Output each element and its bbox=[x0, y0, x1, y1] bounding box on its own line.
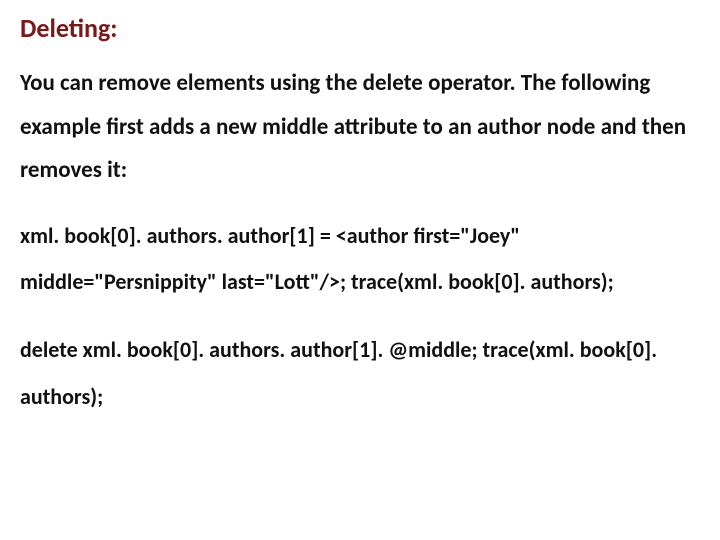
code-example-2: delete xml. book[0]. authors. author[1].… bbox=[20, 327, 700, 419]
section-heading: Deleting: bbox=[20, 12, 700, 44]
intro-paragraph: You can remove elements using the delete… bbox=[20, 62, 700, 193]
code-example-1: xml. book[0]. authors. author[1] = <auth… bbox=[20, 213, 700, 305]
document-page: Deleting: You can remove elements using … bbox=[0, 0, 720, 540]
